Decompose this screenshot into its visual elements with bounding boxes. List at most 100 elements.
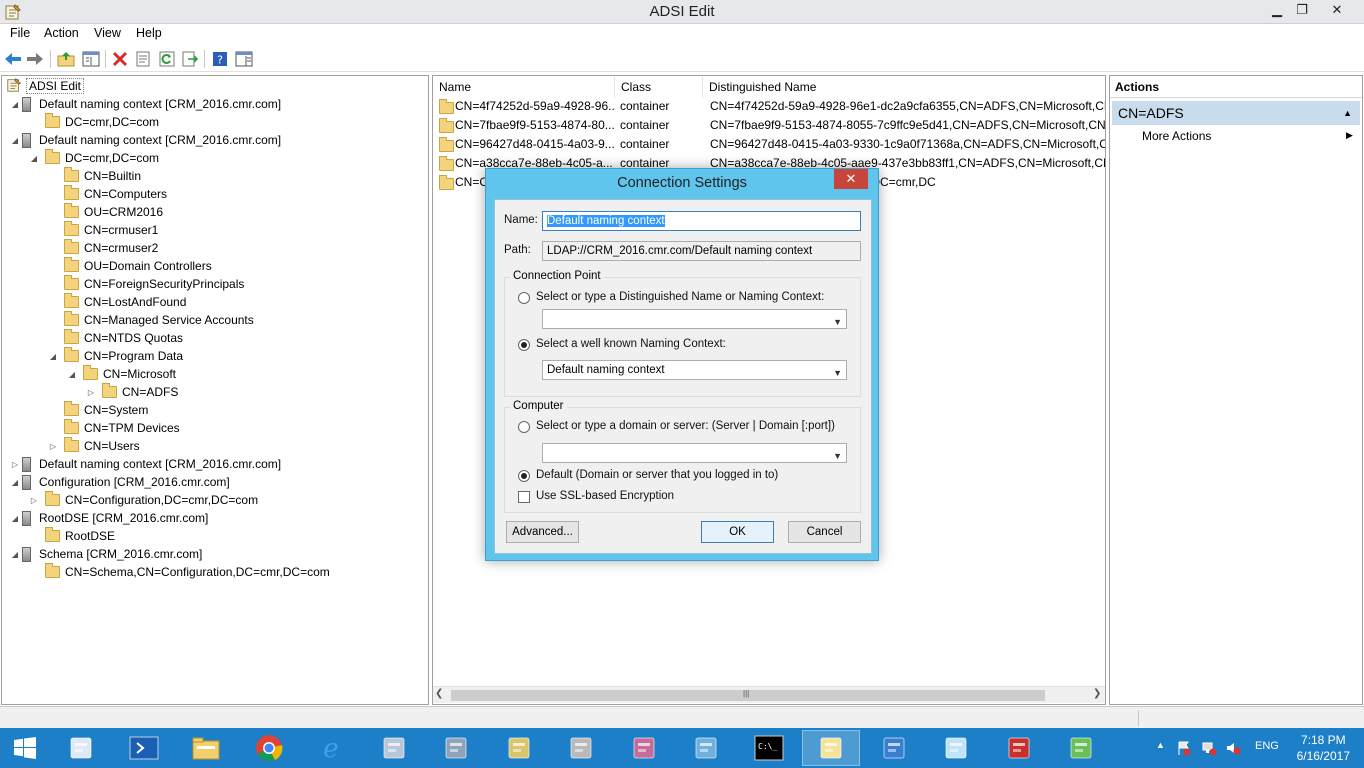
radio-default-server[interactable]: [518, 470, 530, 482]
tree-node[interactable]: ◢ CN=Microsoft: [67, 365, 176, 383]
command-prompt-icon[interactable]: C:\_: [740, 730, 798, 766]
restore-button[interactable]: ❐: [1285, 0, 1319, 20]
tree-node[interactable]: CN=NTDS Quotas: [48, 329, 183, 347]
server-manager-icon[interactable]: [52, 730, 110, 766]
export-list-icon[interactable]: [179, 48, 201, 70]
tree-node[interactable]: OU=Domain Controllers: [48, 257, 212, 275]
tray-overflow-caret-icon[interactable]: ▲: [1156, 740, 1165, 750]
adsi-edit-icon[interactable]: [802, 730, 860, 766]
tree-node[interactable]: CN=TPM Devices: [48, 419, 180, 437]
collapse-arrow-icon[interactable]: ◢: [29, 154, 39, 163]
settings-gears-icon[interactable]: [365, 730, 423, 766]
expand-arrow-icon[interactable]: ▷: [48, 442, 58, 451]
tree-node[interactable]: CN=crmuser2: [48, 239, 158, 257]
system-clock[interactable]: 7:18 PM 6/16/2017: [1297, 732, 1350, 764]
advanced-button[interactable]: Advanced...: [506, 521, 579, 543]
menu-file[interactable]: File: [10, 26, 30, 40]
tree-node[interactable]: CN=Computers: [48, 185, 167, 203]
distinguished-name-combo[interactable]: ▼: [542, 309, 847, 329]
tree-node[interactable]: CN=LostAndFound: [48, 293, 186, 311]
radio-well-known-context[interactable]: [518, 339, 530, 351]
actions-selected-object[interactable]: CN=ADFS ▲: [1112, 101, 1360, 125]
tree-node[interactable]: RootDSE: [29, 527, 115, 545]
ssl-encryption-checkbox[interactable]: [518, 491, 530, 503]
show-hide-tree-icon[interactable]: [80, 48, 102, 70]
menu-view[interactable]: View: [94, 26, 121, 40]
menu-action[interactable]: Action: [44, 26, 79, 40]
more-actions-item[interactable]: More Actions: [1142, 129, 1211, 143]
tree-node[interactable]: ◢ DC=cmr,DC=com: [29, 149, 159, 167]
back-arrow-icon[interactable]: [2, 48, 24, 70]
delete-icon[interactable]: [109, 48, 131, 70]
up-folder-icon[interactable]: [55, 48, 77, 70]
properties-icon[interactable]: [132, 48, 154, 70]
column-header-class[interactable]: Class: [615, 77, 703, 98]
expand-arrow-icon[interactable]: ▷: [29, 496, 39, 505]
list-row[interactable]: CN=4f74252d-59a9-4928-96... container CN=4…: [433, 97, 1105, 116]
server-tools-icon[interactable]: [427, 730, 485, 766]
input-language-indicator[interactable]: ENG: [1255, 740, 1279, 752]
list-row[interactable]: CN=96427d48-0415-4a03-9... container CN=96…: [433, 135, 1105, 154]
forward-arrow-icon[interactable]: [24, 48, 46, 70]
well-known-context-combo[interactable]: Default naming context ▼: [542, 360, 847, 380]
tree-node[interactable]: ◢ Configuration [CRM_2016.cmr.com]: [10, 473, 230, 491]
column-header-distinguished-name[interactable]: Distinguished Name: [703, 77, 1105, 98]
domain-server-combo[interactable]: ▼: [542, 443, 847, 463]
collapse-arrow-icon[interactable]: ◢: [10, 550, 20, 559]
tree-node[interactable]: ◢ Schema [CRM_2016.cmr.com]: [10, 545, 202, 563]
certificate-icon[interactable]: [615, 730, 673, 766]
tree-node[interactable]: DC=cmr,DC=com: [29, 113, 159, 131]
powershell-icon[interactable]: [115, 730, 173, 766]
scroll-left-icon[interactable]: ❮: [435, 688, 443, 699]
menu-help[interactable]: Help: [136, 26, 162, 40]
tree-node[interactable]: ▷ CN=ADFS: [86, 383, 178, 401]
ok-button[interactable]: OK: [701, 521, 774, 543]
tree-node[interactable]: CN=Builtin: [48, 167, 141, 185]
remote-tools-icon[interactable]: [677, 730, 735, 766]
toolbox-icon[interactable]: [990, 730, 1048, 766]
tree-node[interactable]: ◢ RootDSE [CRM_2016.cmr.com]: [10, 509, 208, 527]
horizontal-scrollbar[interactable]: ❮ ||| ❯: [433, 686, 1105, 703]
network-icon[interactable]: [1201, 740, 1217, 759]
collapse-arrow-icon[interactable]: ◢: [48, 352, 58, 361]
name-input[interactable]: Default naming context: [542, 211, 861, 231]
windows-start-icon[interactable]: [0, 730, 50, 766]
radio-domain-server[interactable]: [518, 421, 530, 433]
chrome-icon[interactable]: [240, 730, 298, 766]
collapse-arrow-icon[interactable]: ◢: [10, 514, 20, 523]
tree-node[interactable]: ◢ Default naming context [CRM_2016.cmr.co…: [10, 131, 281, 149]
volume-muted-icon[interactable]: [1225, 740, 1241, 759]
collapse-up-icon[interactable]: ▲: [1343, 101, 1352, 125]
expand-arrow-icon[interactable]: ▷: [10, 460, 20, 469]
tree-node[interactable]: CN=crmuser1: [48, 221, 158, 239]
tree-node[interactable]: ◢ Default naming context [CRM_2016.cmr.co…: [10, 95, 281, 113]
collapse-arrow-icon[interactable]: ◢: [67, 370, 77, 379]
help-icon[interactable]: ?: [209, 48, 231, 70]
tree-node[interactable]: CN=ForeignSecurityPrincipals: [48, 275, 244, 293]
close-window-button[interactable]: ✕: [1320, 0, 1354, 20]
notepad-icon[interactable]: [927, 730, 985, 766]
tree-node[interactable]: ADSI Edit: [4, 77, 85, 95]
column-header-name[interactable]: Name: [433, 77, 615, 98]
tree-node[interactable]: ▷ Default naming context [CRM_2016.cmr.co…: [10, 455, 281, 473]
radio-distinguished-name[interactable]: [518, 292, 530, 304]
tree-node[interactable]: OU=CRM2016: [48, 203, 163, 221]
tree-node[interactable]: CN=Managed Service Accounts: [48, 311, 254, 329]
tree-node[interactable]: ▷ CN=Users: [48, 437, 140, 455]
cancel-button[interactable]: Cancel: [788, 521, 861, 543]
server-lock-icon[interactable]: [552, 730, 610, 766]
file-explorer-icon[interactable]: [177, 730, 235, 766]
tree-node[interactable]: CN=Schema,CN=Configuration,DC=cmr,DC=com: [29, 563, 330, 581]
tree-node[interactable]: ▷ CN=Configuration,DC=cmr,DC=com: [29, 491, 258, 509]
dialog-close-button[interactable]: ✕: [834, 169, 868, 189]
tree-node[interactable]: CN=System: [48, 401, 148, 419]
list-row[interactable]: CN=7fbae9f9-5153-4874-80... container CN=7…: [433, 116, 1105, 135]
cubes-icon[interactable]: [1052, 730, 1110, 766]
library-books-icon[interactable]: [490, 730, 548, 766]
collapse-arrow-icon[interactable]: ◢: [10, 136, 20, 145]
network-globe-icon[interactable]: [865, 730, 923, 766]
refresh-icon[interactable]: [156, 48, 178, 70]
show-hide-action-pane-icon[interactable]: [233, 48, 255, 70]
expand-arrow-icon[interactable]: ▷: [86, 388, 96, 397]
internet-explorer-icon[interactable]: e: [302, 730, 360, 766]
